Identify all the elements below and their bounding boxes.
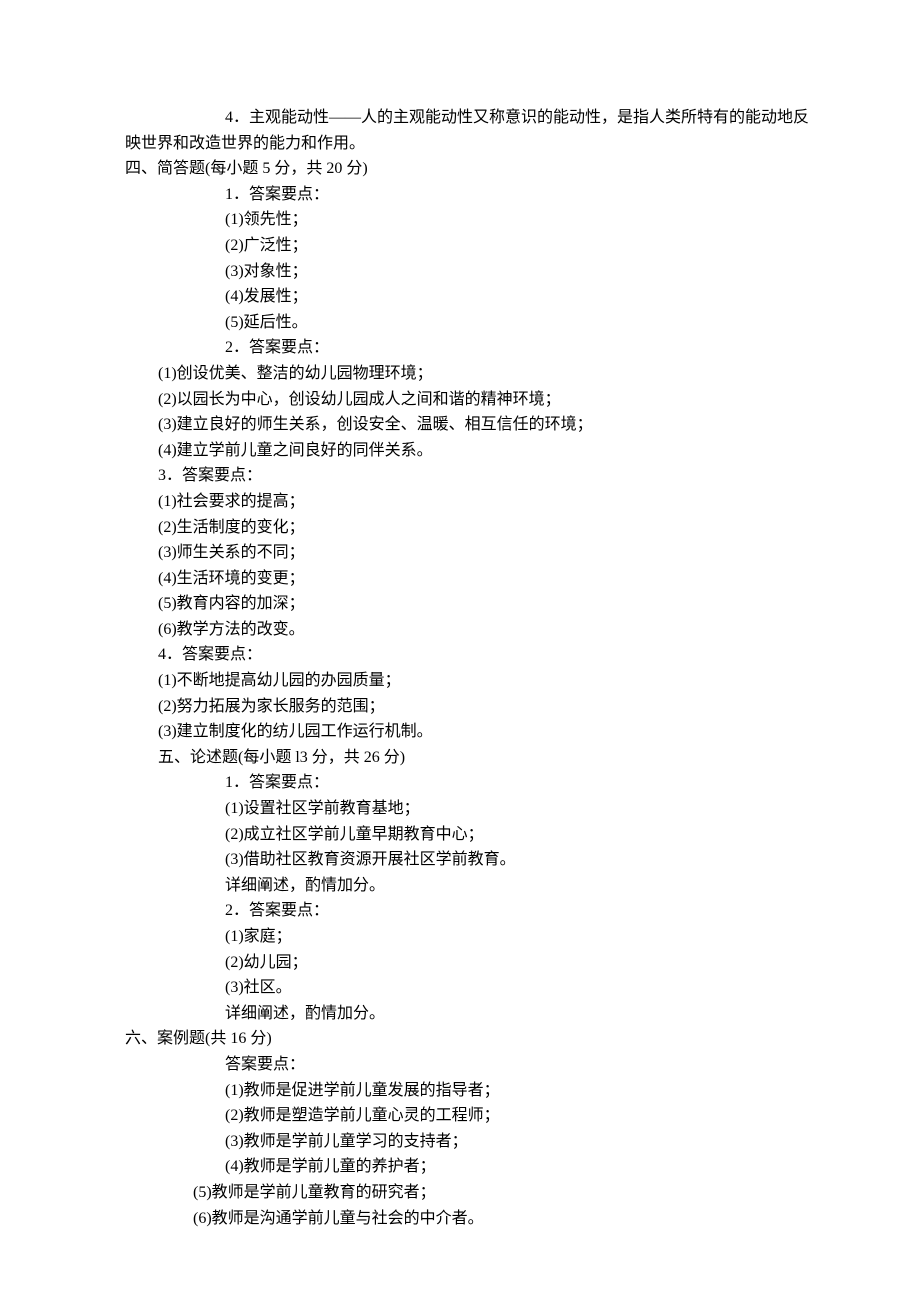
text-line: (3)社区。 <box>125 975 795 1001</box>
text-line: (4)发展性； <box>125 284 795 310</box>
text-line: (4)建立学前儿童之间良好的同伴关系。 <box>125 438 795 464</box>
text-line: 五、论述题(每小题 l3 分，共 26 分) <box>125 745 795 771</box>
text-line: 四、简答题(每小题 5 分，共 20 分) <box>125 156 795 182</box>
text-line: (4)生活环境的变更； <box>125 566 795 592</box>
text-line: (2)以园长为中心，创设幼儿园成人之间和谐的精神环境； <box>125 387 795 413</box>
text-line: (2)生活制度的变化； <box>125 515 795 541</box>
document-page: 4．主观能动性——人的主观能动性又称意识的能动性，是指人类所特有的能动地反映世界… <box>0 0 920 1311</box>
text-line: (1)教师是促进学前儿童发展的指导者； <box>125 1078 795 1104</box>
text-line: (1)不断地提高幼儿园的办园质量； <box>125 668 795 694</box>
text-line: 详细阐述，酌情加分。 <box>125 1001 795 1027</box>
text-line: (1)社会要求的提高； <box>125 489 795 515</box>
text-line: 答案要点： <box>125 1052 795 1078</box>
text-line: (3)借助社区教育资源开展社区学前教育。 <box>125 847 795 873</box>
document-content: 4．主观能动性——人的主观能动性又称意识的能动性，是指人类所特有的能动地反映世界… <box>125 105 795 1231</box>
text-line: (1)家庭； <box>125 924 795 950</box>
text-line: 六、案例题(共 16 分) <box>125 1026 795 1052</box>
text-line: (6)教学方法的改变。 <box>125 617 795 643</box>
text-line: 3．答案要点： <box>125 463 795 489</box>
text-line: (2)广泛性； <box>125 233 795 259</box>
text-line: (4)教师是学前儿童的养护者； <box>125 1154 795 1180</box>
text-line: (3)对象性； <box>125 259 795 285</box>
text-line: 映世界和改造世界的能力和作用。 <box>125 131 795 157</box>
text-line: 1．答案要点： <box>125 770 795 796</box>
text-line: (1)创设优美、整洁的幼儿园物理环境； <box>125 361 795 387</box>
text-line: (2)努力拓展为家长服务的范围； <box>125 694 795 720</box>
text-line: (3)建立良好的师生关系，创设安全、温暖、相互信任的环境； <box>125 412 795 438</box>
text-line: (3)教师是学前儿童学习的支持者； <box>125 1129 795 1155</box>
text-line: 1．答案要点： <box>125 182 795 208</box>
text-line: (1)设置社区学前教育基地； <box>125 796 795 822</box>
text-line: (5)延后性。 <box>125 310 795 336</box>
text-line: 4．主观能动性——人的主观能动性又称意识的能动性，是指人类所特有的能动地反 <box>125 105 795 131</box>
text-line: 4．答案要点： <box>125 642 795 668</box>
text-line: (2)教师是塑造学前儿童心灵的工程师； <box>125 1103 795 1129</box>
text-line: (5)教师是学前儿童教育的研究者； <box>125 1180 795 1206</box>
text-line: (3)建立制度化的纺儿园工作运行机制。 <box>125 719 795 745</box>
text-line: (6)教师是沟通学前儿童与社会的中介者。 <box>125 1206 795 1232</box>
text-line: (2)成立社区学前儿童早期教育中心； <box>125 822 795 848</box>
text-line: (3)师生关系的不同； <box>125 540 795 566</box>
text-line: 2．答案要点： <box>125 335 795 361</box>
text-line: 2．答案要点： <box>125 898 795 924</box>
text-line: (5)教育内容的加深； <box>125 591 795 617</box>
text-line: (2)幼儿园； <box>125 950 795 976</box>
text-line: 详细阐述，酌情加分。 <box>125 873 795 899</box>
text-line: (1)领先性； <box>125 207 795 233</box>
